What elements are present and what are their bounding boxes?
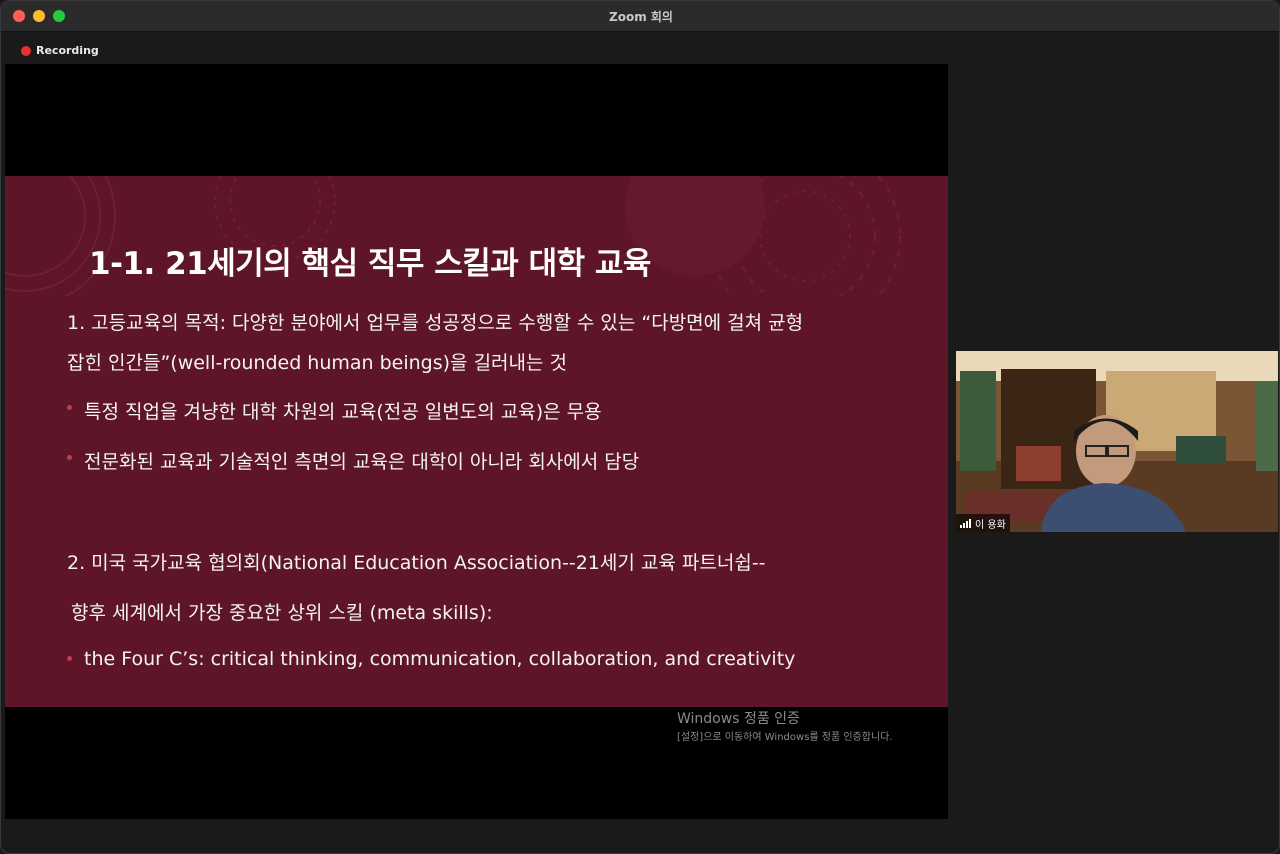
- slide-text-line: 2. 미국 국가교육 협의회(National Education Associ…: [67, 552, 766, 574]
- presentation-slide: 1-1. 21세기의 핵심 직무 스킬과 대학 교육 1. 고등교육의 목적: …: [5, 176, 948, 707]
- signal-strength-icon: [960, 518, 971, 528]
- windows-activation-watermark: Windows 정품 인증 [설정]으로 이동하여 Windows를 정품 인증…: [677, 708, 927, 744]
- activation-body: [설정]으로 이동하여 Windows를 정품 인증합니다.: [677, 732, 893, 743]
- slide-bullet-item: 전문화된 교육과 기술적인 측면의 교육은 대학이 아니라 회사에서 담당: [84, 451, 640, 473]
- recording-label: Recording: [36, 44, 99, 57]
- slide-bullet-item: 특정 직업을 겨냥한 대학 차원의 교육(전공 일변도의 교육)은 무용: [84, 401, 602, 423]
- bullet-icon: [67, 656, 72, 661]
- participant-video-frame: [956, 351, 1278, 532]
- slide-text-line: 1. 고등교육의 목적: 다양한 분야에서 업무를 성공정으로 수행할 수 있는…: [67, 312, 804, 334]
- recording-indicator[interactable]: Recording: [21, 44, 99, 57]
- slide-text-line: 잡힌 인간들”(well-rounded human beings)을 길러내는…: [67, 352, 568, 374]
- screen-share-area[interactable]: 1-1. 21세기의 핵심 직무 스킬과 대학 교육 1. 고등교육의 목적: …: [5, 64, 948, 819]
- participant-video[interactable]: 이 용화: [956, 351, 1278, 532]
- slide-text-line: 향후 세계에서 가장 중요한 상위 스킬 (meta skills):: [71, 602, 493, 624]
- recording-dot-icon: [21, 45, 31, 56]
- window-title: Zoom 회의: [609, 10, 673, 24]
- meeting-controls-bar: [1, 819, 1279, 853]
- title-bar[interactable]: Zoom 회의: [1, 1, 1279, 32]
- slide-title: 1-1. 21세기의 핵심 직무 스킬과 대학 교육: [89, 246, 651, 282]
- participant-name-tag: 이 용화: [956, 514, 1010, 532]
- zoom-window: Zoom 회의 Recording 1-1. 21세기의 핵심 직무 스킬과 대…: [0, 0, 1280, 854]
- bullet-icon: [67, 405, 72, 410]
- slide-bullet-item: the Four C’s: critical thinking, communi…: [84, 648, 796, 670]
- activation-title: Windows 정품 인증: [677, 711, 800, 727]
- bullet-icon: [67, 455, 72, 460]
- participant-name: 이 용화: [975, 519, 1006, 531]
